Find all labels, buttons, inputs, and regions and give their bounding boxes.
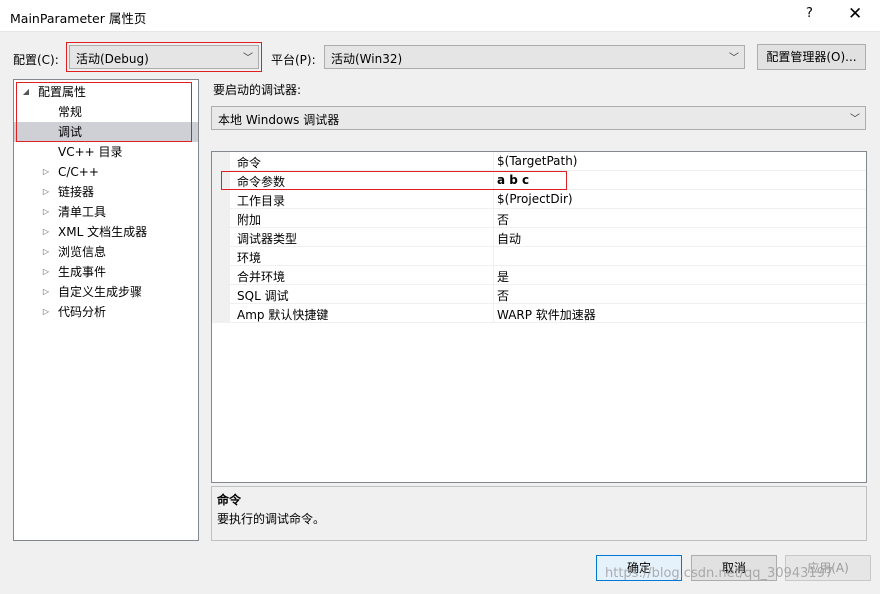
property-row[interactable]: 调试器类型 自动: [212, 228, 866, 247]
column-divider: [493, 209, 494, 228]
property-row[interactable]: 附加 否: [212, 209, 866, 228]
row-gutter: [212, 190, 230, 209]
help-icon[interactable]: ?: [806, 6, 813, 21]
collapsed-triangle-icon[interactable]: ▷: [40, 282, 52, 302]
collapsed-triangle-icon[interactable]: ▷: [40, 302, 52, 322]
tree-highlight: [16, 82, 192, 142]
platform-value: 活动(Win32): [331, 52, 403, 66]
column-divider: [493, 304, 494, 323]
tree-item-manifest-tool[interactable]: ▷ 清单工具: [14, 202, 198, 222]
property-name: 调试器类型: [237, 232, 298, 246]
column-divider: [493, 190, 494, 209]
property-value[interactable]: WARP 软件加速器: [497, 306, 596, 323]
property-row[interactable]: 命令 $(TargetPath): [212, 152, 866, 171]
row-gutter: [212, 266, 230, 285]
property-name: 命令: [237, 156, 262, 170]
tree-item-label: 生成事件: [58, 265, 107, 279]
tree-item-label: 浏览信息: [58, 245, 107, 259]
property-row[interactable]: SQL 调试 否: [212, 285, 866, 304]
tree-item-label: 代码分析: [58, 305, 107, 319]
tree-item-xml-doc-generator[interactable]: ▷ XML 文档生成器: [14, 222, 198, 242]
property-row[interactable]: Amp 默认快捷键 WARP 软件加速器: [212, 304, 866, 323]
property-value[interactable]: 否: [497, 287, 509, 304]
tree-item-code-analysis[interactable]: ▷ 代码分析: [14, 302, 198, 322]
property-row[interactable]: 合并环境 是: [212, 266, 866, 285]
config-label: 配置(C):: [13, 53, 59, 67]
collapsed-triangle-icon[interactable]: ▷: [40, 202, 52, 222]
property-name: 工作目录: [237, 194, 286, 208]
collapsed-triangle-icon[interactable]: ▷: [40, 242, 52, 262]
property-value[interactable]: 否: [497, 211, 509, 228]
window-title: MainParameter 属性页: [10, 11, 147, 26]
row-gutter: [212, 152, 230, 171]
column-divider: [493, 228, 494, 247]
property-value[interactable]: $(TargetPath): [497, 154, 577, 168]
tree-item-label: XML 文档生成器: [58, 225, 148, 239]
collapsed-triangle-icon[interactable]: ▷: [40, 162, 52, 182]
collapsed-triangle-icon[interactable]: ▷: [40, 262, 52, 282]
property-grid: 命令 $(TargetPath) 命令参数 a b c 工作目录 $(Proje…: [211, 151, 867, 483]
chevron-down-icon: ﹀: [243, 53, 253, 64]
tree-item-build-events[interactable]: ▷ 生成事件: [14, 262, 198, 282]
tree-item-label: 自定义生成步骤: [58, 285, 143, 299]
tree-item-custom-build-step[interactable]: ▷ 自定义生成步骤: [14, 282, 198, 302]
tree-item-label: C/C++: [58, 165, 99, 179]
property-value[interactable]: 是: [497, 268, 509, 285]
property-row[interactable]: 工作目录 $(ProjectDir): [212, 190, 866, 209]
tree-item-label: 清单工具: [58, 205, 107, 219]
collapsed-triangle-icon[interactable]: ▷: [40, 222, 52, 242]
tree-item-label: VC++ 目录: [58, 145, 123, 159]
chevron-down-icon: ﹀: [850, 114, 860, 125]
config-value: 活动(Debug): [76, 52, 149, 66]
config-manager-button[interactable]: 配置管理器(O)...: [757, 44, 866, 70]
config-dropdown[interactable]: 活动(Debug) ﹀: [69, 45, 259, 69]
description-title: 命令: [217, 493, 242, 507]
property-name: Amp 默认快捷键: [237, 308, 329, 322]
description-text: 要执行的调试命令。: [217, 512, 326, 526]
argument-highlight: [221, 171, 567, 190]
row-gutter: [212, 247, 230, 266]
property-name: 合并环境: [237, 270, 286, 284]
row-gutter: [212, 285, 230, 304]
column-divider: [493, 266, 494, 285]
platform-label: 平台(P):: [271, 53, 316, 67]
property-name: 附加: [237, 213, 262, 227]
debugger-dropdown[interactable]: 本地 Windows 调试器 ﹀: [211, 106, 866, 130]
platform-dropdown[interactable]: 活动(Win32) ﹀: [324, 45, 745, 69]
row-gutter: [212, 228, 230, 247]
row-gutter: [212, 304, 230, 323]
property-name: SQL 调试: [237, 289, 289, 303]
close-icon[interactable]: ✕: [848, 4, 862, 24]
column-divider: [493, 152, 494, 171]
chevron-down-icon: ﹀: [729, 53, 739, 64]
column-divider: [493, 285, 494, 304]
property-tree[interactable]: ◢ 配置属性 常规 调试 VC++ 目录 ▷ C/C++ ▷ 链接器 ▷ 清单工…: [13, 79, 199, 541]
tree-item-label: 链接器: [58, 185, 95, 199]
collapsed-triangle-icon[interactable]: ▷: [40, 182, 52, 202]
title-bar: MainParameter 属性页 ? ✕: [0, 0, 880, 32]
tree-item-linker[interactable]: ▷ 链接器: [14, 182, 198, 202]
tree-item-browse-info[interactable]: ▷ 浏览信息: [14, 242, 198, 262]
row-gutter: [212, 209, 230, 228]
tree-item-vc-directories[interactable]: VC++ 目录: [14, 142, 198, 162]
property-value[interactable]: $(ProjectDir): [497, 192, 573, 206]
property-value[interactable]: 自动: [497, 230, 521, 247]
property-row[interactable]: 环境: [212, 247, 866, 266]
debugger-value: 本地 Windows 调试器: [218, 113, 340, 127]
watermark-text: https://blog.csdn.net/qq_30943197: [605, 566, 834, 581]
column-divider: [493, 247, 494, 266]
property-name: 环境: [237, 251, 262, 265]
description-panel: 命令 要执行的调试命令。: [211, 486, 867, 541]
debugger-label: 要启动的调试器:: [213, 83, 302, 97]
tree-item-c-cpp[interactable]: ▷ C/C++: [14, 162, 198, 182]
